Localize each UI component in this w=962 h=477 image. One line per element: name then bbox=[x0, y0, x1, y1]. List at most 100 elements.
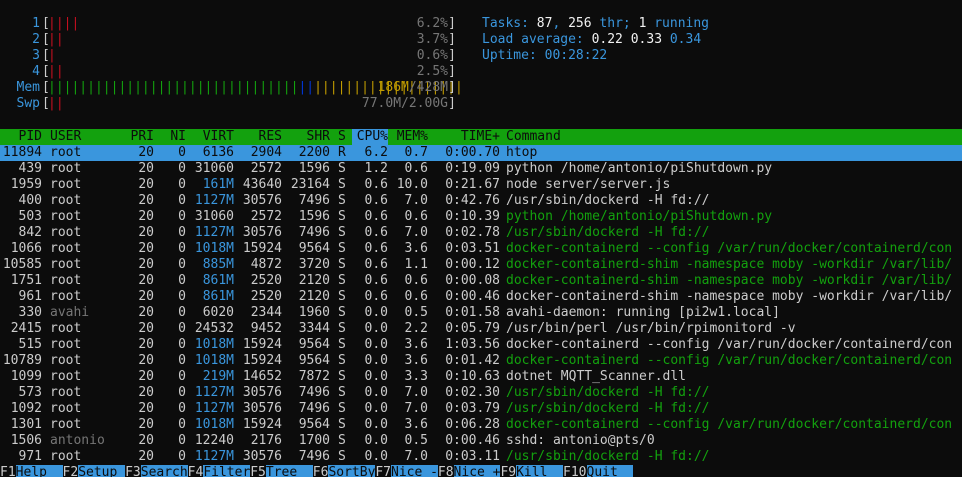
cell-pri: 20 bbox=[138, 145, 154, 160]
cell-mem: 3.6 bbox=[404, 337, 428, 352]
process-row[interactable]: 1066 root 20 0 1018M 15924 9564 S 0.6 3.6 0:03.51 d… bbox=[0, 241, 962, 257]
process-row[interactable]: 971 root 20 0 1127M 30576 7496 S 0.0 7.0 0:03.11/u… bbox=[0, 449, 962, 465]
cell-command: avahi-daemon: running [pi2w1.local] bbox=[506, 305, 780, 320]
cell-cpu: 0.0 bbox=[364, 369, 388, 384]
process-row[interactable]: 2415 root 20 0 24532 9452 3344 S 0.0 2.2 0:05.79/u… bbox=[0, 321, 962, 337]
cell-res: 30576 bbox=[242, 193, 282, 208]
column-cpu[interactable]: CPU% bbox=[352, 129, 388, 145]
function-action-f6[interactable]: SortBy bbox=[328, 465, 376, 477]
column-ni[interactable]: NI bbox=[160, 129, 186, 145]
cell-user: root bbox=[50, 337, 82, 352]
column-user[interactable]: USER bbox=[50, 129, 120, 145]
process-row[interactable]: 400 root 20 0 1127M 30576 7496 S 0.6 7.0 0:42.76/u… bbox=[0, 193, 962, 209]
cell-pid: 1099 bbox=[10, 369, 42, 384]
process-row[interactable]: 842 root 20 0 1127M 30576 7496 S 0.6 7.0 0:02.78/u… bbox=[0, 225, 962, 241]
process-row[interactable]: 1092 root 20 0 1127M 30576 7496 S 0.0 7.0 0:03.79 /… bbox=[0, 401, 962, 417]
process-row[interactable]: 1959 root 20 0 161M 43640 23164 S 0.6 10.0 0:21.67… bbox=[0, 177, 962, 193]
cell-command: htop bbox=[506, 145, 538, 160]
process-row[interactable]: 1099 root 20 0 219M 14652 7872 S 0.0 3.3 0:10.63 do… bbox=[0, 369, 962, 385]
process-row[interactable]: 330 avahi 20 0 6020 2344 1960 S 0.0 0.5 0:01.58 ava… bbox=[0, 305, 962, 321]
function-key-bar: F1 Help F2 Setup F3 Search F4 Filter F5 Tree F6… bbox=[0, 465, 962, 477]
function-action-f7[interactable]: Nice - bbox=[391, 465, 438, 477]
cell-cpu: 0.0 bbox=[364, 401, 388, 416]
cell-s: S bbox=[338, 401, 346, 416]
cell-user: root bbox=[50, 193, 82, 208]
process-row[interactable]: 515 root 20 0 1018M 15924 9564 S 0.0 3.6 1:03.56 do… bbox=[0, 337, 962, 353]
cell-command: /usr/sbin/dockerd -H fd:// bbox=[506, 449, 710, 464]
meter-bar: | bbox=[48, 48, 56, 63]
column-pri[interactable]: PRI bbox=[120, 129, 154, 145]
cell-virt: 6020 bbox=[202, 305, 234, 320]
cell-s: S bbox=[338, 177, 346, 192]
cpu-meter: 2[|| 3.7%] bbox=[0, 32, 460, 48]
function-action-f2[interactable]: Setup bbox=[78, 465, 126, 477]
function-action-f10[interactable]: Quit bbox=[586, 465, 634, 477]
column-res[interactable]: RES bbox=[238, 129, 282, 145]
function-action-f3[interactable]: Search bbox=[140, 465, 188, 477]
cell-pid: 330 bbox=[18, 305, 42, 320]
column-virt[interactable]: VIRT bbox=[190, 129, 234, 145]
process-row[interactable]: 961 root 20 0 861M 2520 2120 S 0.6 0.6 0:00.46 dock… bbox=[0, 289, 962, 305]
cell-pid: 1506 bbox=[10, 433, 42, 448]
column-state[interactable]: S bbox=[338, 129, 348, 145]
column-mem[interactable]: MEM% bbox=[392, 129, 428, 145]
cell-shr: 1700 bbox=[298, 433, 330, 448]
cell-pid: 842 bbox=[18, 225, 42, 240]
function-action-f9[interactable]: Kill bbox=[516, 465, 564, 477]
column-time[interactable]: TIME+ bbox=[440, 129, 500, 145]
cell-res: 2176 bbox=[250, 433, 282, 448]
cell-user: root bbox=[50, 161, 82, 176]
column-pid[interactable]: PID bbox=[0, 129, 42, 145]
cell-s: S bbox=[338, 193, 346, 208]
cell-cpu: 0.6 bbox=[364, 193, 388, 208]
memory-meter: Mem[||||||||||||||||||||||||||||||||||||… bbox=[0, 80, 463, 96]
function-action-f5[interactable]: Tree bbox=[265, 465, 313, 477]
cell-command: /usr/sbin/dockerd -H fd:// bbox=[506, 225, 710, 240]
cell-shr: 3720 bbox=[298, 257, 330, 272]
meter-bar: || bbox=[48, 64, 64, 79]
process-row[interactable]: 1506 antonio 20 0 12240 2176 1700 S 0.0 0.5 0:00.4… bbox=[0, 433, 962, 449]
cell-s: S bbox=[338, 161, 346, 176]
cell-cpu: 0.0 bbox=[364, 305, 388, 320]
column-shr[interactable]: SHR bbox=[284, 129, 330, 145]
process-row[interactable]: 1301 root 20 0 1018M 15924 9564 S 0.0 3.6 0:06.28 d… bbox=[0, 417, 962, 433]
cell-user: root bbox=[50, 369, 82, 384]
cell-pri: 20 bbox=[138, 161, 154, 176]
cell-user: root bbox=[50, 257, 82, 272]
process-row[interactable]: 439 root 20 0 31060 2572 1596 S 1.2 0.6 0:19.09 pyt… bbox=[0, 161, 962, 177]
cell-mem: 7.0 bbox=[404, 385, 428, 400]
cell-res: 30576 bbox=[242, 449, 282, 464]
load-average: Load average: 0.22 0.33 0.34 bbox=[482, 32, 702, 47]
cell-command: node server/server.js bbox=[506, 177, 671, 192]
process-row[interactable]: 10585 root 20 0 885M 4872 3720 S 0.6 1.1 0:00.12 do… bbox=[0, 257, 962, 273]
column-command[interactable]: Command bbox=[506, 129, 962, 145]
cell-mem: 7.0 bbox=[404, 193, 428, 208]
cell-s: S bbox=[338, 209, 346, 224]
process-row[interactable]: 10789 root 20 0 1018M 15924 9564 S 0.0 3.6 0:01.42… bbox=[0, 353, 962, 369]
cell-user: root bbox=[50, 225, 82, 240]
cell-s: S bbox=[338, 305, 346, 320]
process-row[interactable]: 573 root 20 0 1127M 30576 7496 S 0.0 7.0 0:02.30/u… bbox=[0, 385, 962, 401]
cell-res: 15924 bbox=[242, 337, 282, 352]
process-row[interactable]: 11894 root 20 0 6136 2904 2200 R 6.2 0.7 0:00.70 ht… bbox=[0, 145, 962, 161]
function-action-f1[interactable]: Help bbox=[15, 465, 63, 477]
cell-user: root bbox=[50, 209, 82, 224]
cell-mem: 7.0 bbox=[404, 401, 428, 416]
cell-res: 30576 bbox=[242, 385, 282, 400]
cell-pid: 1959 bbox=[10, 177, 42, 192]
cell-cpu: 0.6 bbox=[364, 225, 388, 240]
cell-shr: 9564 bbox=[298, 241, 330, 256]
process-row[interactable]: 1751 root 20 0 861M 2520 2120 S 0.6 0.6 0:00.08 doc… bbox=[0, 273, 962, 289]
cell-pid: 1066 bbox=[10, 241, 42, 256]
function-action-f4[interactable]: Filter bbox=[203, 465, 251, 477]
cell-command: docker-containerd-shim -namespace moby -… bbox=[506, 273, 953, 288]
function-action-f8[interactable]: Nice + bbox=[453, 465, 501, 477]
process-row[interactable]: 503 root 20 0 31060 2572 1596 S 0.6 0.6 0:10.39 pyt… bbox=[0, 209, 962, 225]
cell-shr: 9564 bbox=[298, 337, 330, 352]
cell-s: S bbox=[338, 417, 346, 432]
cell-ni: 0 bbox=[178, 353, 186, 368]
cell-pid: 400 bbox=[18, 193, 42, 208]
cell-virt: 161M bbox=[202, 177, 234, 192]
htop-terminal: 1[|||| 6.2%] 2[|| 3.7%] 3[| 0.6%] 4[|| 2.5%] Mem… bbox=[0, 0, 962, 477]
cell-command: dotnet MQTT_Scanner.dll bbox=[506, 369, 687, 384]
